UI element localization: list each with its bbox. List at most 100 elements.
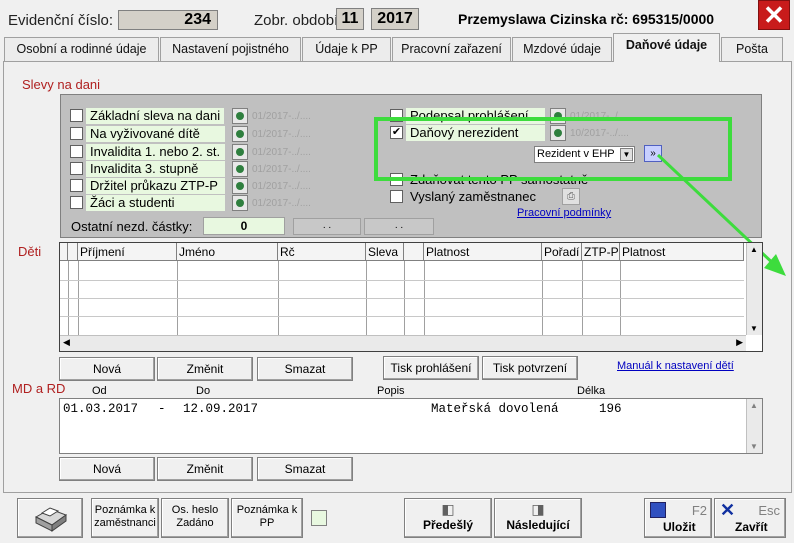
period-edit-icon[interactable]: [232, 108, 248, 124]
vertical-scrollbar[interactable]: ▲ ▼: [746, 243, 762, 335]
scroll-down-icon[interactable]: ▼: [750, 324, 758, 333]
checkbox-label: Základní sleva na dani: [86, 108, 225, 124]
checkbox-label: Žáci a studenti: [86, 195, 225, 211]
tab-danove[interactable]: Daňové údaje: [613, 33, 720, 62]
mdrd-edit-button[interactable]: Změnit: [157, 457, 253, 481]
grid-line: [60, 298, 744, 299]
col-popis: Popis: [377, 385, 405, 397]
period-edit-icon[interactable]: [232, 126, 248, 142]
checkbox-zaci-studenti[interactable]: Žáci a studenti: [70, 195, 225, 211]
close-window-button[interactable]: ✕: [758, 0, 790, 30]
pracovni-podminky-link[interactable]: Pracovní podmínky: [517, 207, 611, 219]
checkbox-invalidita-12[interactable]: Invalidita 1. nebo 2. st.: [70, 144, 225, 160]
checkbox-box[interactable]: [70, 179, 83, 192]
save-icon: [650, 502, 666, 518]
period-label: Zobr. období:: [254, 12, 343, 29]
next-button[interactable]: ◨ Následující: [494, 498, 582, 538]
tab-pracovni[interactable]: Pracovní zařazení: [392, 37, 511, 61]
validity-date: 01/2017-../....: [252, 198, 311, 209]
checkbox-label: Na vyživované dítě: [86, 126, 225, 142]
checkbox-box[interactable]: [70, 109, 83, 122]
ostatni-date-from[interactable]: . .: [293, 218, 361, 235]
previous-label: Předešlý: [422, 518, 474, 532]
row-selector-header: [60, 243, 68, 261]
mdrd-delete-button[interactable]: Smazat: [257, 457, 353, 481]
printer-icon[interactable]: ⎙: [562, 188, 580, 205]
mdrd-row-delka[interactable]: 196: [599, 402, 622, 416]
close-label: Zavřít: [735, 520, 768, 534]
period-month-field[interactable]: 11: [336, 8, 364, 30]
manual-deti-link[interactable]: Manuál k nastavení dětí: [617, 360, 734, 372]
mdrd-new-button[interactable]: Nová: [59, 457, 155, 481]
col-sleva[interactable]: Sleva: [366, 243, 404, 261]
mdrd-section-title: MD a RD: [12, 381, 66, 396]
period-edit-icon[interactable]: [232, 161, 248, 177]
checkbox-box[interactable]: [70, 127, 83, 140]
checkbox-ztp-p[interactable]: Držitel průkazu ZTP-P: [70, 178, 225, 194]
poznamka-zamestnanci-button[interactable]: Poznámka k zaměstnanci: [91, 498, 159, 538]
status-indicator: [311, 510, 327, 526]
checkbox-box[interactable]: [70, 196, 83, 209]
save-button[interactable]: F2 Uložit: [644, 498, 712, 538]
deti-table[interactable]: Příjmení Jméno Rč Sleva Platnost Pořadí …: [59, 242, 763, 352]
period-edit-icon[interactable]: [232, 195, 248, 211]
mdrd-row-popis[interactable]: Mateřská dovolená: [431, 402, 559, 416]
scroll-down-icon[interactable]: ▼: [750, 442, 758, 451]
ostatni-date-to[interactable]: . .: [364, 218, 434, 235]
evid-label: Evidenční číslo:: [8, 12, 114, 29]
close-button[interactable]: ✕ Esc Zavřít: [714, 498, 786, 538]
checkbox-label: Invalidita 3. stupně: [86, 161, 225, 177]
deti-edit-button[interactable]: Změnit: [157, 357, 253, 381]
mdrd-row-od[interactable]: 01.03.2017: [63, 402, 138, 416]
checkbox-label: Invalidita 1. nebo 2. st.: [86, 144, 225, 160]
close-icon: ✕: [720, 500, 736, 520]
poznamka-pp-button[interactable]: Poznámka k PP: [231, 498, 303, 538]
scroll-up-icon[interactable]: ▲: [750, 245, 758, 254]
checkbox-box[interactable]: [70, 162, 83, 175]
tab-posta[interactable]: Pošta: [721, 37, 783, 61]
col-platnost-2[interactable]: Platnost: [620, 243, 744, 261]
col-prijmeni[interactable]: Příjmení: [78, 243, 177, 261]
save-shortcut: F2: [691, 503, 707, 518]
col-poradi[interactable]: Pořadí: [542, 243, 582, 261]
col-ztp-p[interactable]: ZTP-P: [582, 243, 620, 261]
save-label: Uložit: [663, 520, 696, 534]
next-icon: ◨: [531, 501, 545, 517]
print-button[interactable]: [17, 498, 83, 538]
deti-new-button[interactable]: Nová: [59, 357, 155, 381]
period-year-field[interactable]: 2017: [371, 8, 419, 30]
os-heslo-button[interactable]: Os. heslo Zadáno: [161, 498, 229, 538]
mdrd-list[interactable]: 01.03.2017 - 12.09.2017 Mateřská dovolen…: [59, 398, 763, 454]
ostatni-amount-field[interactable]: 0: [203, 217, 285, 235]
scroll-left-icon[interactable]: ◀: [63, 337, 70, 348]
deti-delete-button[interactable]: Smazat: [257, 357, 353, 381]
checkbox-box[interactable]: [390, 190, 403, 203]
mdrd-row-do[interactable]: 12.09.2017: [183, 402, 258, 416]
checkbox-zakladni-sleva[interactable]: Základní sleva na dani: [70, 108, 225, 124]
tisk-potvrzeni-button[interactable]: Tisk potvrzení: [482, 356, 578, 380]
previous-button[interactable]: ◧ Předešlý: [404, 498, 492, 538]
period-edit-icon[interactable]: [232, 178, 248, 194]
checkbox-vyslany[interactable]: Vyslaný zaměstnanec: [390, 189, 560, 205]
col-platnost[interactable]: Platnost: [424, 243, 542, 261]
col-blank[interactable]: [404, 243, 424, 261]
checkbox-box[interactable]: [70, 145, 83, 158]
previous-icon: ◧: [441, 501, 455, 517]
tisk-prohlaseni-button[interactable]: Tisk prohlášení: [383, 356, 479, 380]
scroll-up-icon[interactable]: ▲: [750, 401, 758, 410]
employee-name: Przemyslawa Cizinska rč: 695315/0000: [458, 11, 715, 27]
tab-udaje-pp[interactable]: Údaje k PP: [302, 37, 391, 61]
col-jmeno[interactable]: Jméno: [177, 243, 278, 261]
checkbox-vyzivovane-dite[interactable]: Na vyživované dítě: [70, 126, 225, 142]
tab-osobni[interactable]: Osobní a rodinné údaje: [4, 37, 159, 61]
tab-pojistne[interactable]: Nastavení pojistného: [160, 37, 301, 61]
col-rc[interactable]: Rč: [278, 243, 366, 261]
checkbox-invalidita-3[interactable]: Invalidita 3. stupně: [70, 161, 225, 177]
evid-number-field[interactable]: 234: [118, 10, 218, 30]
horizontal-scrollbar[interactable]: ◀ ▶: [60, 335, 746, 351]
scroll-right-icon[interactable]: ▶: [736, 337, 743, 348]
tab-mzdove[interactable]: Mzdové údaje: [512, 37, 612, 61]
period-edit-icon[interactable]: [232, 144, 248, 160]
row-marker-header: [68, 243, 78, 261]
vertical-scrollbar[interactable]: ▲ ▼: [746, 399, 762, 453]
